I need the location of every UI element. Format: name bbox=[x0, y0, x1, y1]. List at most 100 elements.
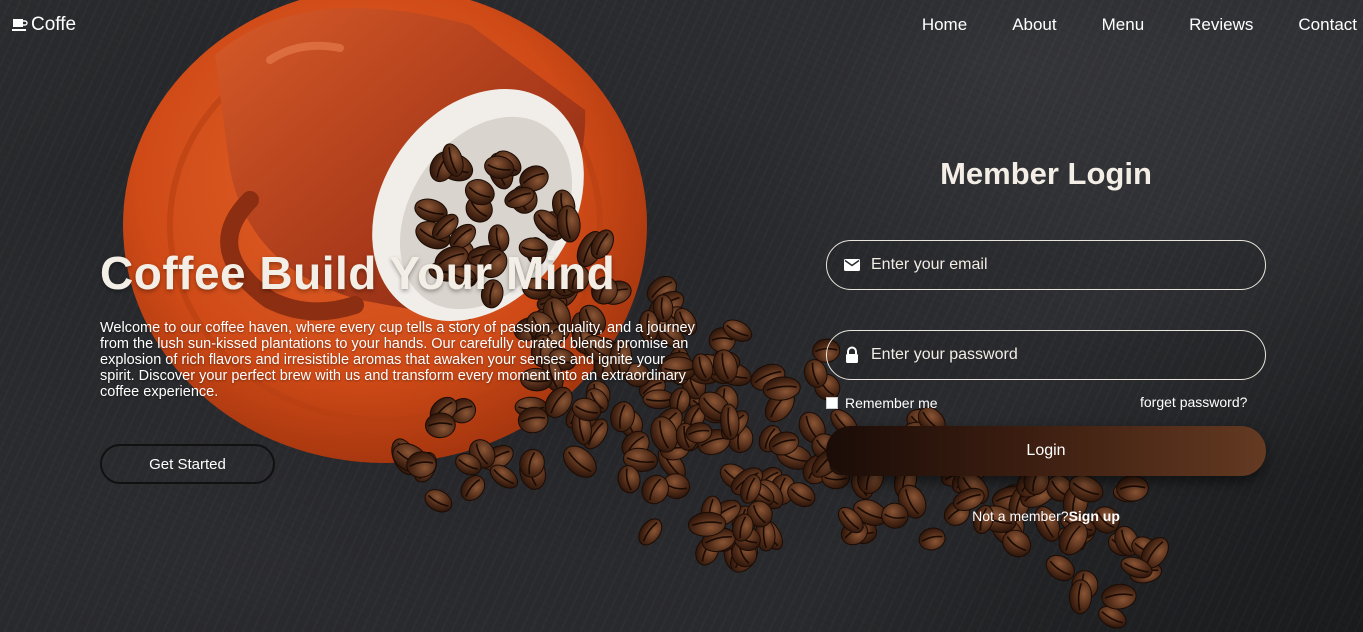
coffee-bean bbox=[720, 403, 740, 440]
coffee-bean bbox=[699, 396, 734, 424]
hero-title: Coffee Build Your Mind bbox=[100, 247, 616, 299]
coffee-bean bbox=[622, 447, 659, 472]
coffee-bean bbox=[392, 443, 428, 473]
remember-me-checkbox[interactable] bbox=[826, 397, 838, 409]
coffee-bean bbox=[727, 424, 754, 453]
forgot-password-link[interactable]: forget password? bbox=[1140, 394, 1247, 410]
coffee-bean bbox=[488, 152, 514, 190]
nav-about[interactable]: About bbox=[967, 14, 1056, 36]
coffee-bean bbox=[652, 294, 674, 323]
coffee-bean bbox=[746, 500, 773, 528]
coffee-bean bbox=[638, 518, 663, 546]
coffee-bean bbox=[757, 517, 783, 551]
coffee-bean bbox=[464, 178, 495, 206]
nav-contact[interactable]: Contact bbox=[1253, 14, 1357, 36]
coffee-bean bbox=[641, 474, 669, 505]
coffee-cup bbox=[215, 8, 586, 321]
coffee-bean bbox=[706, 499, 741, 528]
coffee-bean bbox=[701, 527, 736, 553]
coffee-bean bbox=[1120, 556, 1153, 579]
coffee-bean bbox=[713, 385, 739, 417]
coffee-bean bbox=[999, 484, 1027, 505]
coffee-bean bbox=[723, 537, 744, 571]
coffee-bean bbox=[687, 511, 727, 537]
coffee-bean bbox=[1068, 579, 1093, 615]
coffee-bean bbox=[1101, 583, 1137, 610]
coffee-bean bbox=[619, 409, 643, 438]
coffee-bean bbox=[1140, 537, 1169, 569]
coffee-bean bbox=[1112, 481, 1144, 503]
coffee-bean bbox=[583, 418, 609, 450]
coffee-bean bbox=[731, 539, 758, 568]
navbar: Coffe Home About Menu Reviews Contact bbox=[0, 0, 1363, 50]
coffee-bean bbox=[720, 410, 749, 440]
nav-reviews[interactable]: Reviews bbox=[1144, 14, 1253, 36]
coffee-bean bbox=[1129, 562, 1163, 584]
coffee-bean bbox=[787, 482, 816, 508]
signup-prompt: Not a member? bbox=[972, 508, 1069, 524]
coffee-bean bbox=[489, 464, 518, 489]
email-input[interactable] bbox=[861, 256, 1265, 274]
coffee-bean bbox=[700, 495, 722, 529]
coffee-bean bbox=[707, 527, 737, 552]
coffee-bean bbox=[414, 198, 448, 223]
coffee-bean bbox=[755, 519, 776, 552]
coffee-bean bbox=[468, 439, 496, 469]
coffee-bean bbox=[740, 474, 762, 504]
coffee-bean bbox=[455, 453, 482, 476]
coffee-bean bbox=[713, 349, 738, 383]
coffee-bean bbox=[731, 505, 757, 537]
login-button[interactable]: Login bbox=[826, 426, 1266, 476]
coffee-bean bbox=[617, 465, 641, 494]
coffee-bean bbox=[432, 213, 459, 240]
coffee-bean bbox=[683, 404, 706, 431]
coffee-bean bbox=[722, 319, 753, 342]
coffee-bean bbox=[650, 416, 678, 453]
coffee-cup-icon bbox=[12, 19, 28, 31]
get-started-button[interactable]: Get Started bbox=[100, 444, 275, 484]
coffee-bean bbox=[755, 479, 784, 510]
coffee-bean bbox=[481, 444, 514, 471]
login-title: Member Login bbox=[940, 156, 1152, 191]
remember-me[interactable]: Remember me bbox=[826, 395, 938, 411]
coffee-bean bbox=[730, 467, 763, 496]
main-menu: Home About Menu Reviews Contact bbox=[877, 14, 1357, 36]
password-input[interactable] bbox=[861, 346, 1265, 364]
coffee-bean bbox=[1116, 475, 1149, 502]
coffee-bean bbox=[565, 398, 594, 429]
coffee-bean bbox=[768, 431, 800, 456]
coffee-bean bbox=[1131, 536, 1158, 560]
email-field-wrapper bbox=[826, 240, 1266, 290]
coffee-bean bbox=[429, 151, 456, 183]
hero-description: Welcome to our coffee haven, where every… bbox=[100, 320, 695, 400]
nav-menu[interactable]: Menu bbox=[1057, 14, 1145, 36]
coffee-bean bbox=[652, 407, 683, 442]
coffee-bean bbox=[750, 363, 786, 391]
coffee-bean bbox=[756, 466, 783, 491]
lock-icon bbox=[846, 346, 858, 363]
coffee-bean bbox=[571, 410, 592, 445]
coffee-bean bbox=[493, 150, 522, 177]
coffee-bean bbox=[673, 419, 699, 452]
coffee-bean bbox=[517, 406, 549, 434]
coffee-bean bbox=[436, 152, 474, 182]
coffee-bean bbox=[1071, 570, 1099, 600]
coffee-bean bbox=[748, 482, 775, 506]
nav-home[interactable]: Home bbox=[877, 14, 967, 36]
coffee-bean bbox=[514, 396, 548, 418]
coffee-bean bbox=[1045, 554, 1075, 582]
coffee-bean bbox=[776, 443, 813, 470]
coffee-bean bbox=[573, 398, 598, 429]
coffee-bean bbox=[803, 359, 828, 388]
coffee-bean bbox=[533, 209, 562, 237]
signup-link[interactable]: Sign up bbox=[1069, 508, 1120, 524]
coffee-bean bbox=[769, 474, 796, 505]
coffee-bean bbox=[1107, 532, 1135, 557]
coffee-bean bbox=[465, 195, 493, 223]
coffee-bean bbox=[519, 448, 545, 478]
brand-logo[interactable]: Coffe bbox=[12, 14, 76, 36]
coffee-artwork bbox=[123, 0, 1169, 629]
coffee-bean bbox=[442, 143, 464, 177]
coffee-bean bbox=[413, 452, 437, 483]
password-field-wrapper bbox=[826, 330, 1266, 380]
